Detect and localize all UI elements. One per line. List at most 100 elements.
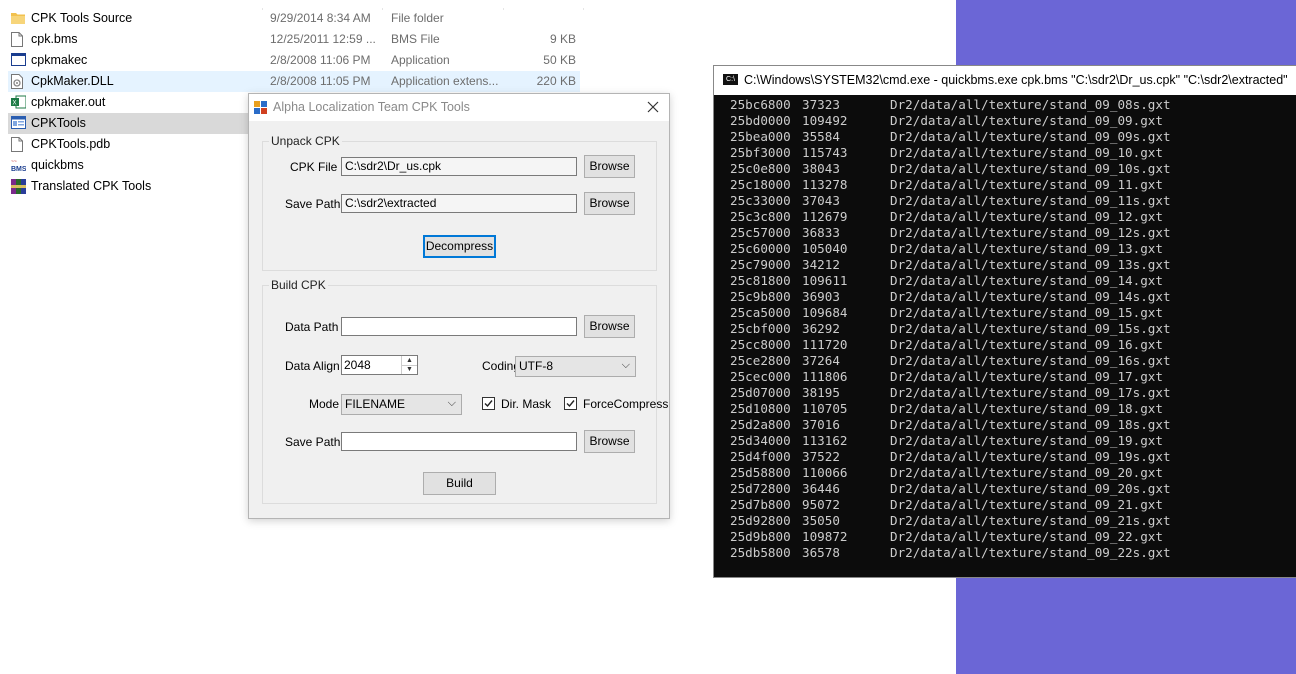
console-path: Dr2/data/all/texture/stand_09_09.gxt <box>890 113 1163 128</box>
unpack-save-path-input[interactable]: C:\sdr2\extracted <box>341 194 577 213</box>
data-align-spinner[interactable]: 2048 ▲ ▼ <box>341 355 418 375</box>
console-line: 25c79000 34212 Dr2/data/all/texture/stand_… <box>730 257 1171 273</box>
file-name: CPKTools.pdb <box>31 137 111 151</box>
console-size: 37522 <box>802 449 840 464</box>
file-name: cpkmaker.out <box>31 95 106 109</box>
console-path: Dr2/data/all/texture/stand_09_10s.gxt <box>890 161 1171 176</box>
console-path: Dr2/data/all/texture/stand_09_10.gxt <box>890 145 1163 160</box>
build-save-path-label: Save Path <box>285 435 341 449</box>
mode-value: FILENAME <box>345 397 406 411</box>
dir-mask-label: Dir. Mask <box>501 397 552 411</box>
file-name: CPKTools <box>31 116 86 130</box>
console-path: Dr2/data/all/texture/stand_09_22.gxt <box>890 529 1163 544</box>
console-line: 25d10800 110705 Dr2/data/all/texture/stand… <box>730 401 1171 417</box>
console-size: 105040 <box>802 241 848 256</box>
document-icon <box>11 137 25 152</box>
console-line: 25d4f000 37522 Dr2/data/all/texture/stand_… <box>730 449 1171 465</box>
console-title: C:\Windows\SYSTEM32\cmd.exe - quickbms.e… <box>744 73 1288 87</box>
mode-select[interactable]: FILENAME ⌵ <box>341 394 462 415</box>
console-line: 25d2a800 37016 Dr2/data/all/texture/stand_… <box>730 417 1171 433</box>
dialog-titlebar[interactable]: Alpha Localization Team CPK Tools <box>249 94 669 121</box>
console-line: 25c3c800 112679 Dr2/data/all/texture/stand… <box>730 209 1171 225</box>
console-titlebar[interactable]: C:\ C:\Windows\SYSTEM32\cmd.exe - quickb… <box>714 66 1296 95</box>
console-offset: 25c18000 <box>730 177 791 192</box>
console-size: 35584 <box>802 129 840 144</box>
console-offset: 25c79000 <box>730 257 791 272</box>
console-path: Dr2/data/all/texture/stand_09_17s.gxt <box>890 385 1171 400</box>
file-type: BMS File <box>391 32 440 46</box>
console-path: Dr2/data/all/texture/stand_09_17.gxt <box>890 369 1163 384</box>
console-size: 109872 <box>802 529 848 544</box>
console-path: Dr2/data/all/texture/stand_09_18s.gxt <box>890 417 1171 432</box>
cpk-file-input[interactable]: C:\sdr2\Dr_us.cpk <box>341 157 577 176</box>
dir-mask-checkbox[interactable] <box>482 397 495 410</box>
file-date: 9/29/2014 8:34 AM <box>270 11 371 25</box>
console-offset: 25c57000 <box>730 225 791 240</box>
console-size: 113278 <box>802 177 848 192</box>
console-size: 37264 <box>802 353 840 368</box>
console-path: Dr2/data/all/texture/stand_09_13.gxt <box>890 241 1163 256</box>
data-align-value: 2048 <box>344 358 371 372</box>
application-icon <box>11 53 26 68</box>
data-path-input[interactable] <box>341 317 577 336</box>
console-path: Dr2/data/all/texture/stand_09_19s.gxt <box>890 449 1171 464</box>
file-row[interactable]: CPK Tools Source 9/29/2014 8:34 AM File fo… <box>8 8 580 29</box>
console-line: 25d72800 36446 Dr2/data/all/texture/stand_… <box>730 481 1171 497</box>
spreadsheet-icon: X <box>11 95 27 110</box>
console-path: Dr2/data/all/texture/stand_09_19.gxt <box>890 433 1163 448</box>
console-line: 25ce2800 37264 Dr2/data/all/texture/stand_… <box>730 353 1171 369</box>
chevron-down-icon: ⌵ <box>621 359 630 371</box>
console-size: 111720 <box>802 337 848 352</box>
console-line: 25cbf000 36292 Dr2/data/all/texture/stand_… <box>730 321 1171 337</box>
spin-down-icon[interactable]: ▼ <box>402 365 417 374</box>
file-type: Application extens... <box>391 74 499 88</box>
console-line: 25c18000 113278 Dr2/data/all/texture/stand… <box>730 177 1171 193</box>
unpack-save-path-browse-button[interactable]: Browse <box>584 192 635 215</box>
window-app-icon <box>11 116 26 131</box>
coding-select[interactable]: UTF-8 ⌵ <box>515 356 636 377</box>
app-icon <box>254 101 267 114</box>
console-size: 37016 <box>802 417 840 432</box>
console-path: Dr2/data/all/texture/stand_09_11s.gxt <box>890 193 1171 208</box>
file-type: File folder <box>391 11 444 25</box>
build-save-path-input[interactable] <box>341 432 577 451</box>
console-offset: 25ca5000 <box>730 305 791 320</box>
console-offset: 25d92800 <box>730 513 791 528</box>
column-separator <box>583 8 584 10</box>
console-line: 25c0e800 38043 Dr2/data/all/texture/stand_… <box>730 161 1171 177</box>
dll-icon <box>11 74 25 89</box>
console-path: Dr2/data/all/texture/stand_09_15.gxt <box>890 305 1163 320</box>
console-line: 25d07000 38195 Dr2/data/all/texture/stand_… <box>730 385 1171 401</box>
console-path: Dr2/data/all/texture/stand_09_21s.gxt <box>890 513 1171 528</box>
cpk-file-browse-button[interactable]: Browse <box>584 155 635 178</box>
close-button[interactable] <box>643 97 663 117</box>
file-row[interactable]: CpkMaker.DLL 2/8/2008 11:05 PM Application… <box>8 71 580 92</box>
console-offset: 25bd0000 <box>730 113 791 128</box>
build-button[interactable]: Build <box>423 472 496 495</box>
data-path-browse-button[interactable]: Browse <box>584 315 635 338</box>
console-path: Dr2/data/all/texture/stand_09_16s.gxt <box>890 353 1171 368</box>
console-line: 25d58800 110066 Dr2/data/all/texture/stand… <box>730 465 1171 481</box>
console-size: 112679 <box>802 209 848 224</box>
console-size: 95072 <box>802 497 840 512</box>
console-line: 25d92800 35050 Dr2/data/all/texture/stand_… <box>730 513 1171 529</box>
force-compress-checkbox[interactable] <box>564 397 577 410</box>
console-offset: 25cc8000 <box>730 337 791 352</box>
file-row[interactable]: cpkmakec 2/8/2008 11:06 PM Application 50 K… <box>8 50 580 71</box>
console-offset: 25db5800 <box>730 545 791 560</box>
document-icon <box>11 32 25 47</box>
build-save-path-browse-button[interactable]: Browse <box>584 430 635 453</box>
file-name: cpk.bms <box>31 32 78 46</box>
cmd-icon: C:\ <box>723 74 738 85</box>
console-line: 25cec000 111806 Dr2/data/all/texture/stand… <box>730 369 1171 385</box>
console-offset: 25ce2800 <box>730 353 791 368</box>
decompress-button[interactable]: Decompress <box>423 235 496 258</box>
console-path: Dr2/data/all/texture/stand_09_15s.gxt <box>890 321 1171 336</box>
dialog-title: Alpha Localization Team CPK Tools <box>273 100 470 114</box>
console-line: 25db5800 36578 Dr2/data/all/texture/stand_… <box>730 545 1171 561</box>
console-line: 25c9b800 36903 Dr2/data/all/texture/stand_… <box>730 289 1171 305</box>
file-row[interactable]: cpk.bms 12/25/2011 12:59 ... BMS File 9 KB <box>8 29 580 50</box>
file-date: 2/8/2008 11:05 PM <box>270 74 371 88</box>
console-size: 109492 <box>802 113 848 128</box>
console-offset: 25cec000 <box>730 369 791 384</box>
